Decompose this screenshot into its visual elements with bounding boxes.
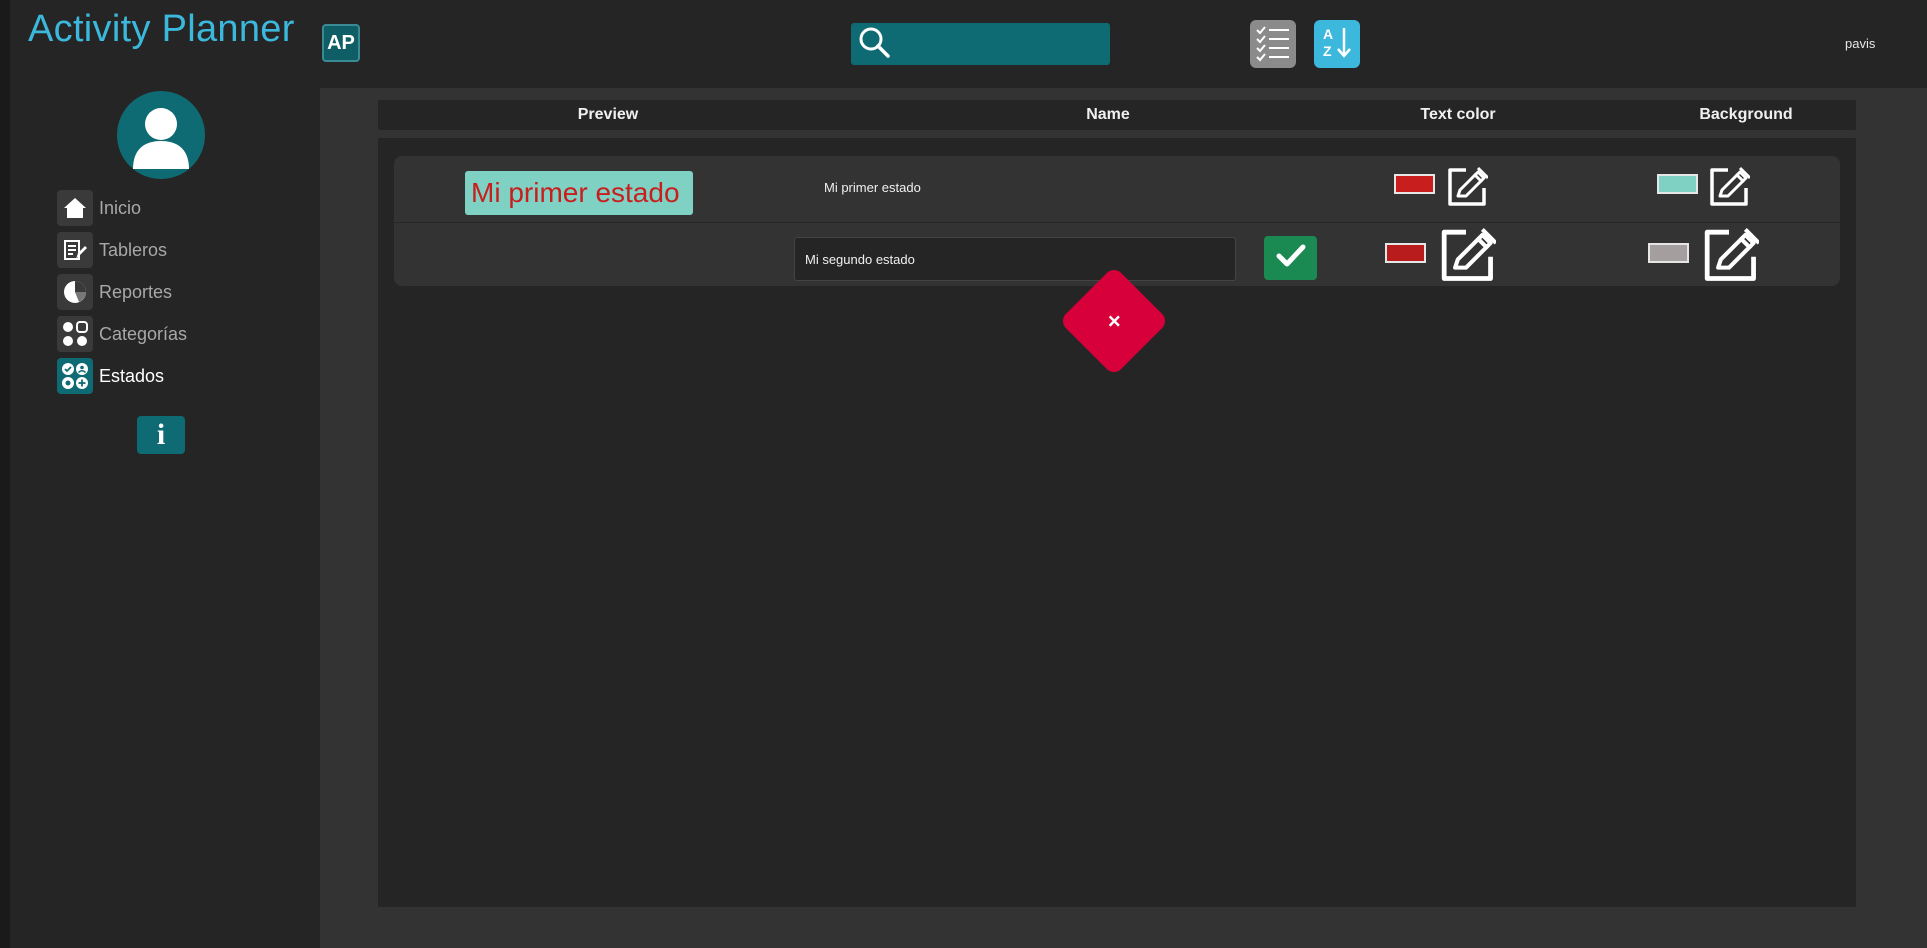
pie-chart-icon <box>57 274 93 310</box>
sort-alphabetical-icon: A Z <box>1319 23 1355 66</box>
svg-text:Z: Z <box>1323 43 1332 59</box>
close-icon: × <box>1107 307 1121 333</box>
sidebar-item-label: Categorías <box>99 323 188 344</box>
sidebar-item-categorias[interactable]: Categorías <box>57 315 187 353</box>
sidebar-item-reportes[interactable]: Reportes <box>57 273 172 311</box>
text-color-swatch[interactable] <box>1385 243 1426 263</box>
sidebar: Inicio Tableros Reportes Categorías Esta… <box>10 88 318 948</box>
sidebar-item-label: Inicio <box>99 197 142 218</box>
header-text-color: Text color <box>1420 106 1496 123</box>
svg-text:A: A <box>1323 26 1333 42</box>
board-edit-icon <box>57 232 93 268</box>
check-icon <box>1275 242 1307 275</box>
top-bar: Activity Planner AP A Z pavis <box>10 0 1927 88</box>
user-name[interactable]: pavis <box>1845 36 1875 51</box>
sidebar-item-label: Estados <box>99 365 165 386</box>
sidebar-item-inicio[interactable]: Inicio <box>57 189 141 227</box>
background-color-swatch[interactable] <box>1648 243 1689 263</box>
state-preview-badge: Mi primer estado <box>465 171 693 215</box>
eyedropper-icon[interactable] <box>1444 164 1490 213</box>
sort-az-button[interactable]: A Z <box>1314 20 1360 68</box>
main-content: Preview Name Text color Background Mi pr… <box>320 88 1927 948</box>
sidebar-item-label: Reportes <box>99 281 173 302</box>
states-panel: Mi primer estado Mi primer estado <box>378 138 1856 907</box>
state-name-input[interactable] <box>794 237 1236 281</box>
info-button[interactable]: i <box>137 416 185 454</box>
row-divider <box>394 222 1840 223</box>
app-title[interactable]: Activity Planner <box>28 8 295 51</box>
categories-icon <box>57 316 93 352</box>
search-bar[interactable] <box>851 23 1110 65</box>
home-icon <box>57 190 93 226</box>
eyedropper-icon[interactable] <box>1436 224 1498 289</box>
header-preview: Preview <box>577 106 639 123</box>
eyedropper-icon[interactable] <box>1699 224 1761 289</box>
sidebar-item-estados[interactable]: Estados <box>57 357 164 395</box>
user-avatar[interactable] <box>117 91 205 179</box>
sidebar-item-tableros[interactable]: Tableros <box>57 231 167 269</box>
confirm-button[interactable] <box>1264 236 1317 280</box>
search-icon[interactable] <box>857 25 891 64</box>
text-color-swatch[interactable] <box>1394 174 1435 194</box>
header-background: Background <box>1699 106 1793 123</box>
background-color-swatch[interactable] <box>1657 174 1698 194</box>
window-edge <box>0 0 10 948</box>
states-list: Mi primer estado Mi primer estado <box>394 156 1840 286</box>
state-name[interactable]: Mi primer estado <box>824 180 921 195</box>
checklist-view-button[interactable] <box>1250 20 1296 68</box>
checklist-icon <box>1253 22 1293 67</box>
states-icon <box>57 358 93 394</box>
eyedropper-icon[interactable] <box>1706 164 1752 213</box>
search-input[interactable] <box>899 35 1109 53</box>
header-name: Name <box>1086 106 1130 123</box>
app-logo: AP <box>322 24 360 62</box>
sidebar-item-label: Tableros <box>99 239 168 260</box>
table-header: Preview Name Text color Background <box>378 100 1856 130</box>
